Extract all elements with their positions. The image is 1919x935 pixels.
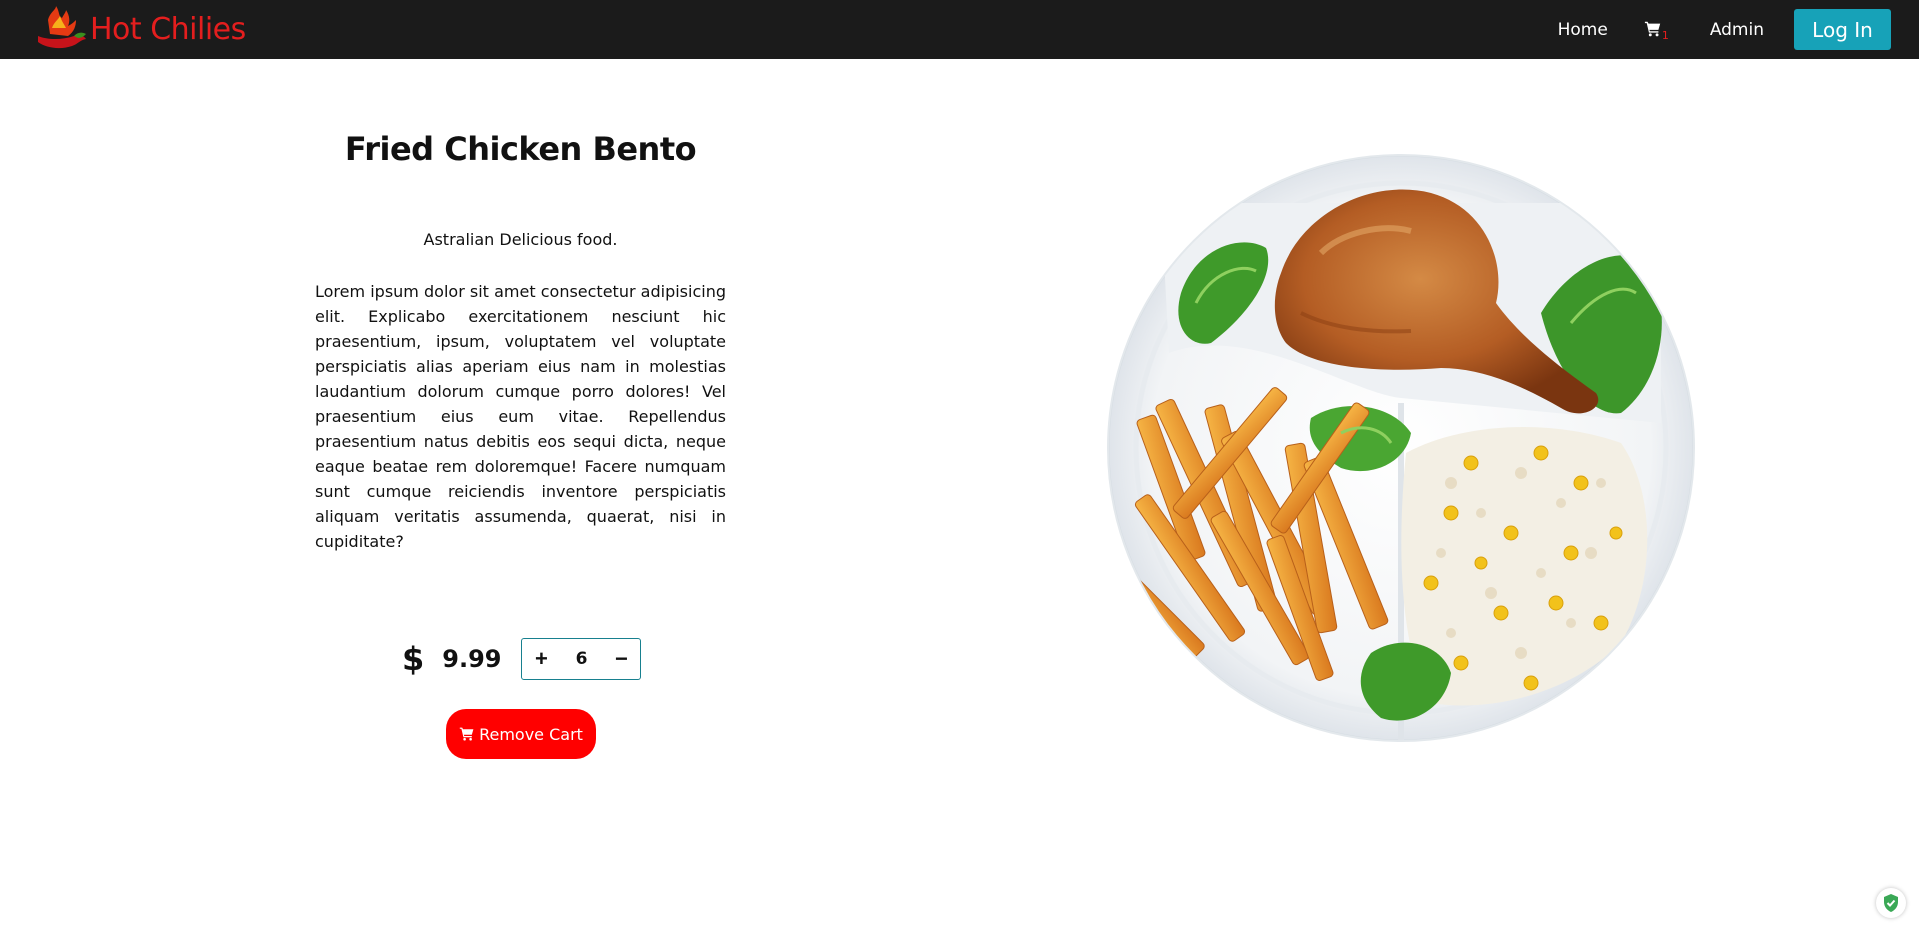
remove-cart-label: Remove Cart xyxy=(479,724,583,744)
quantity-stepper: + 6 − xyxy=(521,638,642,680)
product-tagline: Astralian Delicious food. xyxy=(423,230,618,249)
shopping-cart-icon xyxy=(1644,21,1661,36)
quantity-value: 6 xyxy=(575,649,588,669)
login-button[interactable]: Log In xyxy=(1794,9,1891,50)
brand-link[interactable]: Hot Chilies xyxy=(34,0,246,59)
nav-home-link[interactable]: Home xyxy=(1558,20,1608,40)
chili-logo-icon xyxy=(38,5,86,48)
currency-symbol: $ xyxy=(402,640,425,678)
brand-name: Hot Chilies xyxy=(90,12,246,47)
cart-count-badge: 1 xyxy=(1661,28,1669,42)
remove-cart-button[interactable]: Remove Cart xyxy=(446,709,596,759)
price-row: $ 9.99 + 6 − xyxy=(402,638,642,680)
decrement-button[interactable]: − xyxy=(612,646,630,672)
nav-cart-link[interactable]: 1 xyxy=(1644,19,1669,42)
nav-admin-link[interactable]: Admin xyxy=(1710,20,1764,40)
product-description: Lorem ipsum dolor sit amet consectetur a… xyxy=(315,282,726,551)
increment-button[interactable]: + xyxy=(532,646,550,672)
nav-links: Home 1 Admin Log In xyxy=(1558,0,1891,59)
product-title: Fried Chicken Bento xyxy=(344,130,697,168)
security-shield-badge[interactable] xyxy=(1876,888,1906,918)
shield-check-icon xyxy=(1884,894,1898,912)
food-plate-image xyxy=(1107,154,1695,742)
product-price: 9.99 xyxy=(442,645,502,673)
navbar: Hot Chilies Home 1 Admin Log In xyxy=(0,0,1919,59)
shopping-cart-icon xyxy=(459,727,474,741)
